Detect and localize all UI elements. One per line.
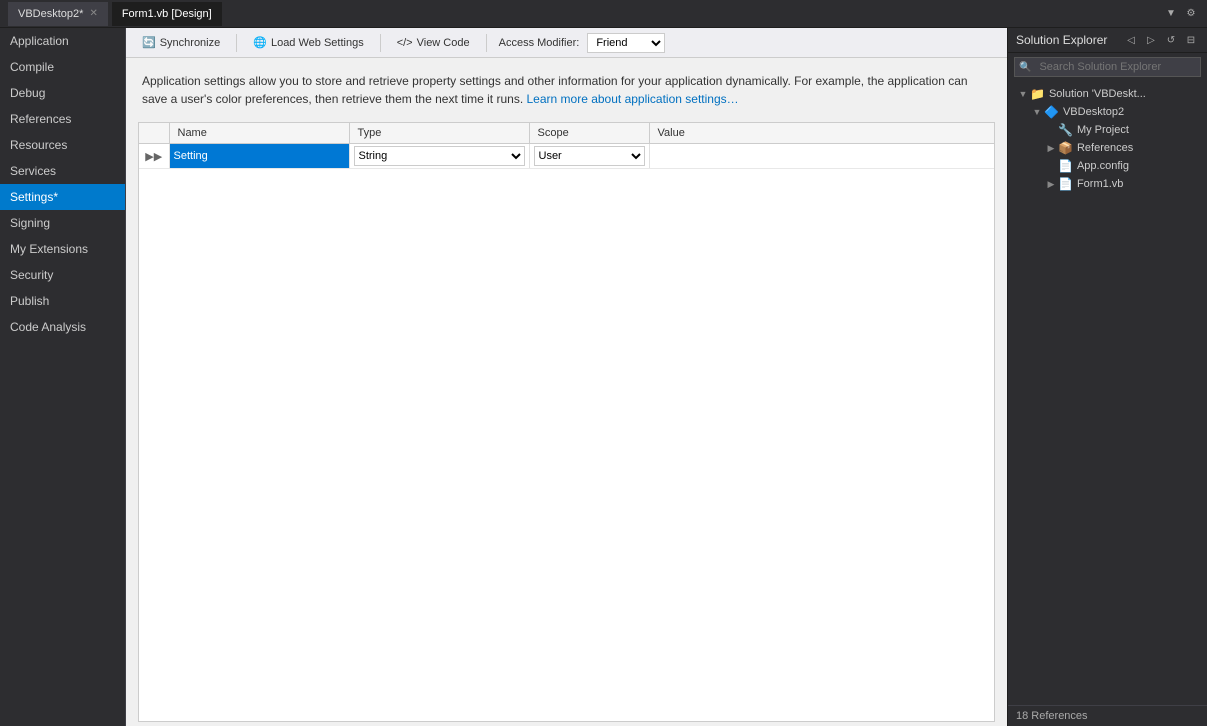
row-indicator: ▶▶ <box>139 144 169 169</box>
toolbar-separator-1 <box>236 34 237 52</box>
name-input[interactable] <box>174 150 345 162</box>
col-header-row <box>139 123 169 144</box>
sidebar: Application Compile Debug References Res… <box>0 28 126 726</box>
title-bar-icons: ▼ ⚙ <box>1163 6 1199 22</box>
type-select[interactable]: String Integer Boolean Double <box>354 146 525 166</box>
vbdesktop2-label: VBDesktop2 <box>1063 106 1124 118</box>
type-cell[interactable]: String Integer Boolean Double <box>349 144 529 169</box>
sync-icon: 🔄 <box>142 36 156 49</box>
expand-solution-icon: ▼ <box>1016 89 1030 99</box>
tree-item-my-project[interactable]: 🔧 My Project <box>1008 121 1207 139</box>
sidebar-item-signing[interactable]: Signing <box>0 210 125 236</box>
synchronize-button[interactable]: 🔄 Synchronize <box>134 34 228 51</box>
sidebar-item-services[interactable]: Services <box>0 158 125 184</box>
appconfig-icon: 📄 <box>1058 159 1073 173</box>
search-box[interactable]: 🔍 <box>1014 57 1201 77</box>
sidebar-item-application[interactable]: Application <box>0 28 125 54</box>
solution-explorer-panel: Solution Explorer ◁ ▷ ↺ ⊟ 🔍 ▼ 📁 Solution… <box>1007 28 1207 726</box>
description-text2: user's color preferences, then retrieve … <box>181 92 523 106</box>
tree-item-vbdesktop2[interactable]: ▼ 🔷 VBDesktop2 <box>1008 103 1207 121</box>
references-badge: 18 References <box>1008 705 1207 726</box>
sidebar-item-security[interactable]: Security <box>0 262 125 288</box>
form1-icon: 📄 <box>1058 177 1073 191</box>
expand-vbdesktop2-icon: ▼ <box>1030 107 1044 117</box>
tab-form1-label: Form1.vb [Design] <box>122 8 212 20</box>
value-cell[interactable] <box>649 144 994 169</box>
settings-toolbar: 🔄 Synchronize 🌐 Load Web Settings </> Vi… <box>126 28 1007 58</box>
tree-item-solution[interactable]: ▼ 📁 Solution 'VBDeskt... <box>1008 85 1207 103</box>
settings-table: Name Type Scope Value ▶▶ St <box>139 123 994 169</box>
se-forward-icon[interactable]: ▷ <box>1143 32 1159 48</box>
sidebar-item-settings[interactable]: Settings* <box>0 184 125 210</box>
form1-label: Form1.vb <box>1077 178 1123 190</box>
solution-label: Solution 'VBDeskt... <box>1049 88 1146 100</box>
toolbar-separator-2 <box>380 34 381 52</box>
sidebar-item-compile[interactable]: Compile <box>0 54 125 80</box>
references-label: References <box>1077 142 1133 154</box>
se-refresh-icon[interactable]: ↺ <box>1163 32 1179 48</box>
view-code-button[interactable]: </> View Code <box>389 35 478 51</box>
tree-item-references[interactable]: ▶ 📦 References <box>1008 139 1207 157</box>
expand-form1-icon: ▶ <box>1044 179 1058 190</box>
table-row: ▶▶ String Integer Boolean Double <box>139 144 994 169</box>
tab-vbdesktop2[interactable]: VBDesktop2* ✕ <box>8 2 108 26</box>
access-modifier-label: Access Modifier: <box>499 37 580 49</box>
references-icon: 📦 <box>1058 141 1073 155</box>
solution-explorer-title: Solution Explorer ◁ ▷ ↺ ⊟ <box>1008 28 1207 53</box>
description-text: Application settings allow you to store … <box>126 58 1007 118</box>
col-header-name: Name <box>169 123 349 144</box>
gear-icon[interactable]: ⚙ <box>1183 6 1199 22</box>
tree-item-app-config[interactable]: 📄 App.config <box>1008 157 1207 175</box>
scope-cell[interactable]: User Application <box>529 144 649 169</box>
app-config-label: App.config <box>1077 160 1129 172</box>
se-back-icon[interactable]: ◁ <box>1123 32 1139 48</box>
solution-tree: ▼ 📁 Solution 'VBDeskt... ▼ 🔷 VBDesktop2 … <box>1008 81 1207 705</box>
name-cell[interactable] <box>169 144 349 169</box>
tab-vbdesktop2-label: VBDesktop2* <box>18 8 83 20</box>
col-header-value: Value <box>649 123 994 144</box>
sidebar-item-debug[interactable]: Debug <box>0 80 125 106</box>
access-modifier-select[interactable]: Friend Public Private Protected <box>587 33 665 53</box>
solution-icon: 📁 <box>1030 87 1045 101</box>
sidebar-item-publish[interactable]: Publish <box>0 288 125 314</box>
dropdown-icon[interactable]: ▼ <box>1163 6 1179 22</box>
code-icon: </> <box>397 37 413 49</box>
solution-explorer-label: Solution Explorer <box>1016 33 1107 47</box>
sidebar-item-my-extensions[interactable]: My Extensions <box>0 236 125 262</box>
tab-vbdesktop2-close[interactable]: ✕ <box>89 8 97 19</box>
se-toolbar-icons: ◁ ▷ ↺ ⊟ <box>1123 32 1199 48</box>
tree-item-form1[interactable]: ▶ 📄 Form1.vb <box>1008 175 1207 193</box>
col-header-scope: Scope <box>529 123 649 144</box>
search-icon: 🔍 <box>1015 62 1035 73</box>
sidebar-item-code-analysis[interactable]: Code Analysis <box>0 314 125 340</box>
sidebar-item-references[interactable]: References <box>0 106 125 132</box>
col-header-type: Type <box>349 123 529 144</box>
web-icon: 🌐 <box>253 36 267 49</box>
expand-references-icon: ▶ <box>1044 143 1058 154</box>
vbdesktop2-icon: 🔷 <box>1044 105 1059 119</box>
learn-more-link[interactable]: Learn more about application settings… <box>527 92 739 106</box>
search-input[interactable] <box>1035 61 1200 73</box>
load-web-settings-button[interactable]: 🌐 Load Web Settings <box>245 34 371 51</box>
toolbar-separator-3 <box>486 34 487 52</box>
se-collapse-icon[interactable]: ⊟ <box>1183 32 1199 48</box>
tab-form1[interactable]: Form1.vb [Design] <box>112 2 222 26</box>
my-project-label: My Project <box>1077 124 1129 136</box>
myproject-icon: 🔧 <box>1058 123 1073 137</box>
title-bar: VBDesktop2* ✕ Form1.vb [Design] ▼ ⚙ <box>0 0 1207 28</box>
main-layout: Application Compile Debug References Res… <box>0 28 1207 726</box>
content-area: 🔄 Synchronize 🌐 Load Web Settings </> Vi… <box>126 28 1007 726</box>
scope-select[interactable]: User Application <box>534 146 645 166</box>
sidebar-item-resources[interactable]: Resources <box>0 132 125 158</box>
settings-table-container: Name Type Scope Value ▶▶ St <box>138 122 995 722</box>
